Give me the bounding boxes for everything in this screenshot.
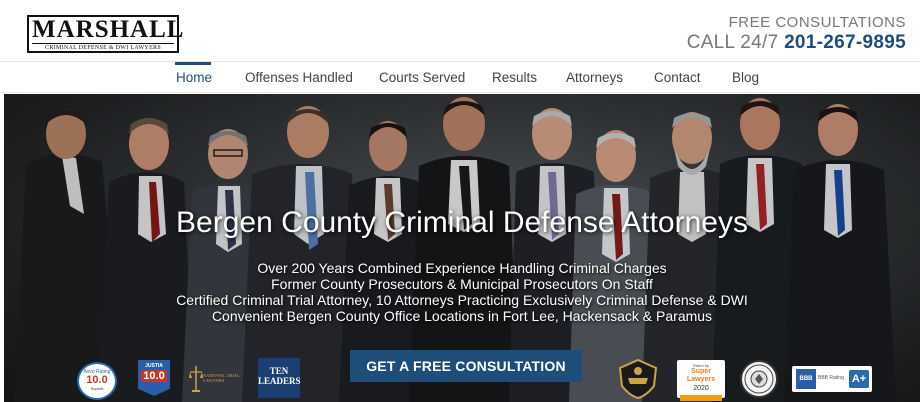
national-trial-lawyers-badge[interactable]: NATIONAL TRIAL LAWYERS (189, 364, 245, 394)
justia-rating-badge[interactable]: JUSTIA 10.0 (138, 360, 170, 396)
gold-award-badge[interactable] (616, 358, 660, 400)
bbb-logo: BBB (796, 369, 816, 389)
seal-icon (744, 364, 774, 394)
hero-highlights: Over 200 Years Combined Experience Handl… (4, 260, 920, 324)
marshall-logo[interactable]: MARSHALL CRIMINAL DEFENSE & DWI LAWYERS (27, 15, 185, 53)
main-nav: Home Offenses Handled Courts Served Resu… (0, 62, 920, 93)
ten-line1: TEN (269, 366, 289, 376)
avvo-rating-badge[interactable]: Avvo Rating 10.0 Superb (77, 362, 117, 400)
sl-name: Super Lawyers (686, 368, 716, 383)
nav-home[interactable]: Home (176, 70, 212, 85)
super-lawyers-badge[interactable]: Rated by Super Lawyers 2020 (677, 360, 725, 401)
hero-line: Convenient Bergen County Office Location… (211, 308, 713, 324)
nav-attorneys[interactable]: Attorneys (566, 70, 623, 85)
contact-block: FREE CONSULTATIONS CALL 24/7 201-267-989… (687, 14, 906, 54)
nav-active-indicator (175, 62, 211, 65)
avvo-score: 10.0 (86, 374, 108, 386)
ten-leaders-badge[interactable]: TEN LEADERS (258, 358, 301, 398)
free-consultations-text: FREE CONSULTATIONS (728, 14, 906, 31)
hero-title: Bergen County Criminal Defense Attorneys (176, 206, 748, 239)
justia-label: JUSTIA (145, 363, 163, 369)
bbb-grade: A+ (849, 370, 869, 388)
hero-line: Over 200 Years Combined Experience Handl… (257, 260, 667, 276)
bbb-rating-badge[interactable]: BBB BBB Rating A+ (792, 366, 872, 392)
award-shield-icon (618, 358, 658, 400)
logo-name: MARSHALL (32, 16, 185, 43)
hero-banner: Bergen County Criminal Defense Attorneys… (4, 94, 920, 402)
nav-contact[interactable]: Contact (654, 70, 701, 85)
logo-tagline: CRIMINAL DEFENSE & DWI LAWYERS (32, 43, 174, 51)
sl-bar (680, 395, 722, 401)
nav-courts-served[interactable]: Courts Served (379, 70, 465, 85)
hero-line: Certified Criminal Trial Attorney, 10 At… (176, 292, 748, 308)
phone-link[interactable]: 201-267-9895 (784, 32, 906, 53)
avvo-sub: Superb (90, 386, 104, 391)
hero-line: Former County Prosecutors & Municipal Pr… (271, 276, 653, 292)
nav-results[interactable]: Results (492, 70, 537, 85)
ntl-text: NATIONAL TRIAL LAWYERS (203, 373, 240, 383)
sl-year: 2020 (693, 385, 709, 392)
ten-line2: LEADERS (258, 376, 301, 386)
seal-badge[interactable] (740, 360, 778, 398)
nav-blog[interactable]: Blog (732, 70, 759, 85)
scales-icon (189, 366, 203, 392)
justia-score: 10.0 (141, 370, 167, 382)
nav-offenses-handled[interactable]: Offenses Handled (245, 70, 353, 85)
call-line: CALL 24/7 201-267-9895 (687, 32, 906, 54)
free-consultation-button[interactable]: GET A FREE CONSULTATION (350, 350, 582, 382)
bbb-text: BBB Rating (818, 375, 844, 381)
site-header: MARSHALL CRIMINAL DEFENSE & DWI LAWYERS … (0, 0, 920, 62)
call-prefix: CALL 24/7 (686, 32, 779, 53)
